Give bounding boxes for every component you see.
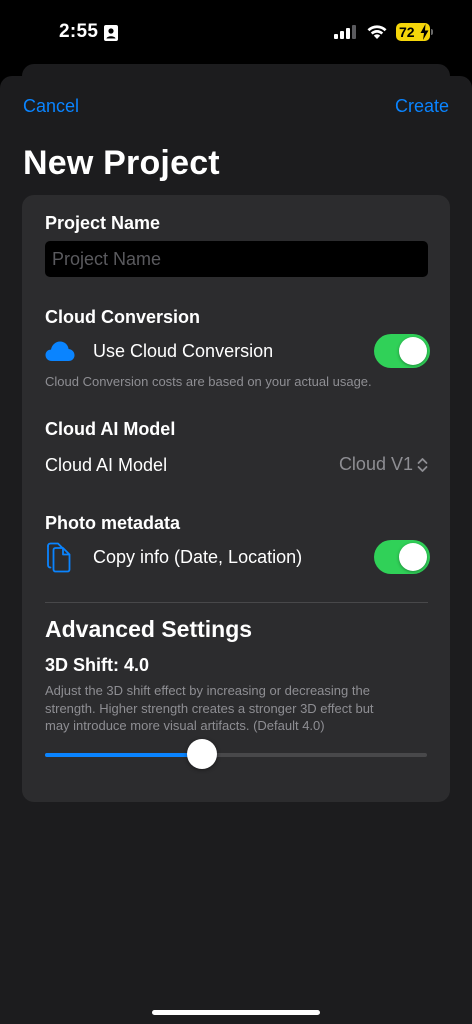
cloud-ai-model-value: Cloud V1 bbox=[338, 454, 413, 474]
charging-bolt-icon bbox=[420, 24, 429, 40]
page-title: New Project bbox=[23, 144, 220, 182]
toggle-knob bbox=[399, 543, 427, 571]
cancel-button[interactable]: Cancel bbox=[23, 96, 79, 117]
3d-shift-description-line1: Adjust the 3D shift effect by increasing… bbox=[45, 683, 370, 698]
battery-tip bbox=[431, 29, 433, 35]
cloud-ai-model-picker[interactable]: Cloud V1 bbox=[339, 454, 428, 475]
cloud-conversion-footnote: Cloud Conversion costs are based on your… bbox=[45, 374, 372, 389]
3d-shift-description-line3: may introduce more visual artifacts. (De… bbox=[45, 718, 325, 733]
cloud-conversion-label: Cloud Conversion bbox=[45, 307, 201, 327]
status-bar: 2:55 72 bbox=[0, 0, 472, 62]
chevron-up-down-icon bbox=[417, 457, 428, 472]
copy-info-toggle[interactable] bbox=[374, 540, 430, 574]
section-divider bbox=[45, 602, 428, 603]
project-name-input[interactable] bbox=[45, 241, 428, 277]
cloud-conversion-toggle[interactable] bbox=[374, 334, 430, 368]
3d-shift-label: 3D Shift: 4.0 bbox=[45, 655, 150, 675]
project-name-label: Project Name bbox=[45, 213, 161, 233]
toggle-knob bbox=[399, 337, 427, 365]
create-button[interactable]: Create bbox=[395, 96, 449, 117]
slider-thumb[interactable] bbox=[186, 739, 217, 769]
use-cloud-conversion-label: Use Cloud Conversion bbox=[93, 341, 274, 361]
wifi-icon bbox=[367, 25, 387, 39]
home-indicator bbox=[152, 1010, 320, 1015]
advanced-settings-title: Advanced Settings bbox=[45, 616, 253, 642]
cloud-ai-model-label: Cloud AI Model bbox=[45, 419, 176, 439]
cloud-icon bbox=[45, 341, 75, 361]
document-copy-icon bbox=[47, 542, 71, 573]
3d-shift-slider[interactable] bbox=[45, 739, 427, 769]
3d-shift-description-line2: strength. Higher strength creates a stro… bbox=[45, 700, 374, 716]
status-time: 2:55 bbox=[59, 21, 99, 42]
slider-fill bbox=[45, 753, 202, 757]
photo-metadata-label: Photo metadata bbox=[45, 513, 181, 533]
person-badge-icon bbox=[104, 25, 118, 41]
cloud-ai-model-row-label: Cloud AI Model bbox=[45, 455, 168, 475]
copy-info-label: Copy info (Date, Location) bbox=[93, 547, 303, 567]
battery-level: 72 bbox=[399, 24, 415, 40]
cellular-signal-icon bbox=[334, 25, 356, 39]
